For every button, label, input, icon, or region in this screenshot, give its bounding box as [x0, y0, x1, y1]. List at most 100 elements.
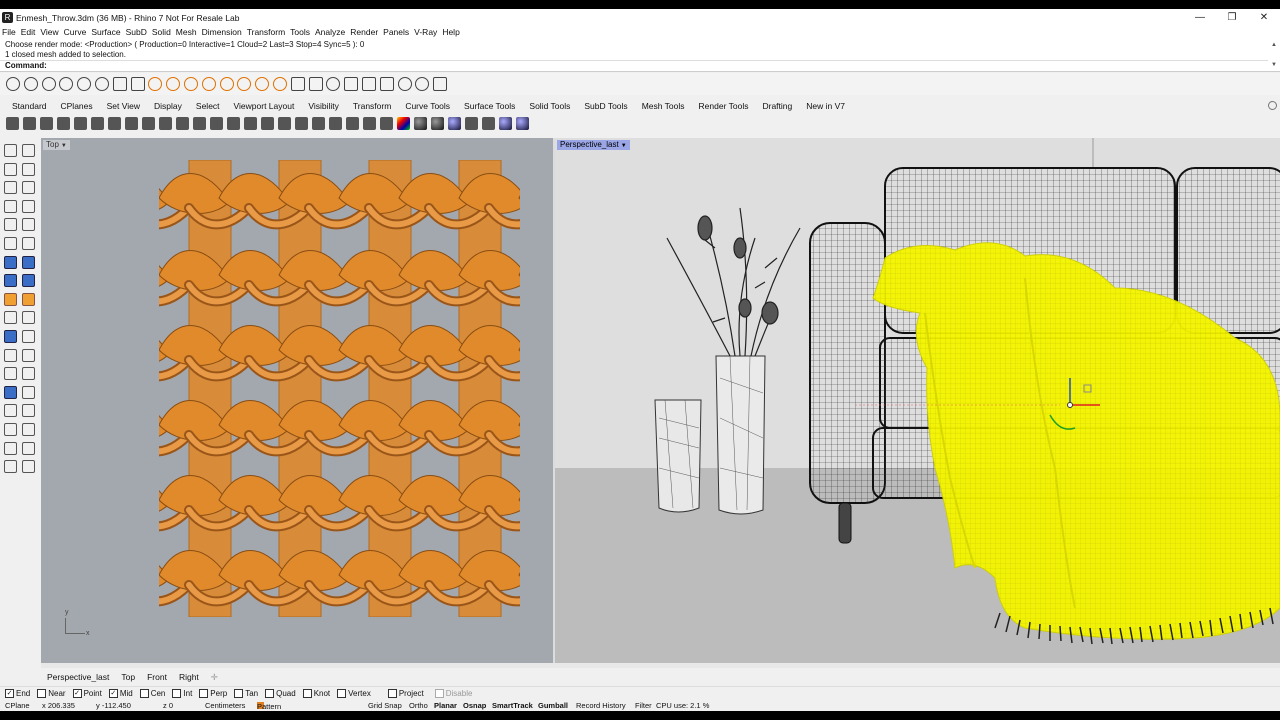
funnel-icon[interactable]: [148, 77, 163, 91]
menu-curve[interactable]: Curve: [64, 27, 87, 37]
environment-icon[interactable]: [448, 116, 461, 130]
box-icon[interactable]: [290, 77, 305, 91]
menu-dimension[interactable]: Dimension: [202, 27, 242, 37]
sphere-icon[interactable]: [41, 77, 56, 91]
checkbox[interactable]: ✓: [72, 689, 82, 698]
explode-icon[interactable]: [4, 423, 17, 436]
ring-icon[interactable]: [237, 77, 252, 91]
checkbox[interactable]: [199, 689, 209, 698]
menu-subd[interactable]: SubD: [126, 27, 147, 37]
box-icon[interactable]: [4, 274, 17, 288]
command-input[interactable]: Command:: [0, 60, 1268, 71]
gear-icon[interactable]: [1268, 101, 1277, 110]
color-wheel-icon[interactable]: [397, 116, 410, 130]
cut-icon[interactable]: [91, 116, 104, 130]
checkbox[interactable]: [302, 689, 312, 698]
flow-icon[interactable]: [94, 77, 109, 91]
checkbox[interactable]: [172, 689, 182, 698]
light-icon[interactable]: [465, 116, 478, 130]
polygon-icon[interactable]: [4, 218, 17, 232]
leaf-icon[interactable]: [219, 77, 234, 91]
point-icon[interactable]: [22, 144, 35, 157]
mirror-icon[interactable]: [22, 367, 35, 381]
menu-file[interactable]: File: [2, 27, 16, 37]
paint-icon[interactable]: [22, 460, 35, 474]
menu-help[interactable]: Help: [442, 27, 459, 37]
open-file-icon[interactable]: [23, 116, 36, 130]
checkbox[interactable]: [234, 689, 244, 698]
grid-snap-toggle[interactable]: Grid Snap: [368, 701, 402, 710]
osnap-mid[interactable]: ✓ Mid: [108, 689, 133, 698]
units-label[interactable]: Centimeters: [205, 701, 245, 710]
ortho-toggle[interactable]: Ortho: [409, 701, 428, 710]
four-view-icon[interactable]: [278, 116, 291, 130]
rectangle-icon[interactable]: [22, 199, 35, 213]
hatch-icon[interactable]: [22, 237, 35, 250]
material-icon[interactable]: [431, 116, 444, 130]
subd-icon[interactable]: [22, 330, 35, 343]
tab-subd-tools[interactable]: SubD Tools: [584, 101, 627, 111]
sun-icon[interactable]: [255, 77, 270, 91]
menu-tools[interactable]: Tools: [290, 27, 310, 37]
burst-icon[interactable]: [201, 77, 216, 91]
split-icon[interactable]: [4, 404, 17, 418]
filter-toggle[interactable]: Filter: [635, 701, 652, 710]
menu-edit[interactable]: Edit: [21, 27, 36, 37]
osnap-project[interactable]: Project: [387, 689, 424, 698]
smarttrack-toggle[interactable]: SmartTrack: [492, 701, 533, 710]
ellipse-icon[interactable]: [4, 199, 17, 213]
tab-right[interactable]: Right: [179, 672, 199, 682]
select-icon[interactable]: [329, 116, 342, 130]
checkbox[interactable]: ✓: [5, 689, 14, 698]
minimize-button[interactable]: —: [1184, 9, 1216, 26]
zoom-extents-icon[interactable]: [227, 116, 240, 130]
lock-icon[interactable]: [363, 116, 376, 130]
gumball-toggle[interactable]: Gumball: [538, 701, 568, 710]
osnap-point[interactable]: ✓ Point: [72, 689, 102, 698]
save-icon[interactable]: [40, 116, 53, 130]
array-icon[interactable]: [4, 385, 17, 399]
short-vase[interactable]: [654, 399, 702, 513]
rotate-icon[interactable]: [22, 348, 35, 362]
tab-front[interactable]: Front: [147, 672, 167, 682]
checkbox[interactable]: [265, 689, 275, 698]
properties-icon[interactable]: [295, 116, 308, 130]
tab-transform[interactable]: Transform: [353, 101, 391, 111]
menu-view[interactable]: View: [40, 27, 58, 37]
rotate-icon[interactable]: [415, 77, 430, 91]
osnap-int[interactable]: Int: [172, 689, 192, 698]
select-arrow-icon[interactable]: [4, 144, 17, 157]
menu-analyze[interactable]: Analyze: [315, 27, 345, 37]
torus-icon[interactable]: [6, 77, 20, 91]
tab-standard[interactable]: Standard: [12, 101, 47, 111]
osnap-perp[interactable]: Perp: [199, 689, 227, 698]
undo-icon[interactable]: [142, 116, 155, 130]
tab-surface-tools[interactable]: Surface Tools: [464, 101, 515, 111]
viewport-label-perspective[interactable]: Perspective_last ▼: [557, 140, 630, 150]
tab-cplanes[interactable]: CPlanes: [61, 101, 93, 111]
copy-icon[interactable]: [108, 116, 121, 130]
tab-visibility[interactable]: Visibility: [308, 101, 339, 111]
extrude-icon[interactable]: [4, 292, 17, 306]
fillet-icon[interactable]: [22, 311, 35, 325]
spiral-icon[interactable]: [77, 77, 92, 91]
zoom-selected-icon[interactable]: [244, 116, 257, 130]
add-tab-icon[interactable]: ✛: [211, 672, 218, 683]
tab-new-in-v7[interactable]: New in V7: [806, 101, 845, 111]
maximize-button[interactable]: ❐: [1216, 9, 1248, 26]
tab-curve-tools[interactable]: Curve Tools: [405, 101, 450, 111]
target-icon[interactable]: [166, 77, 181, 91]
trim-icon[interactable]: [22, 385, 35, 399]
osnap-vertex[interactable]: Vertex: [337, 689, 371, 698]
panel-icon[interactable]: [112, 77, 127, 91]
cplane-label[interactable]: CPlane: [5, 701, 30, 710]
tab-drafting[interactable]: Drafting: [762, 101, 792, 111]
viewport-scroll-strip[interactable]: [41, 663, 1280, 668]
command-scroll-arrows[interactable]: ▲ ▼: [1270, 40, 1278, 70]
osnap-toggle[interactable]: Osnap: [463, 701, 486, 710]
render-icon[interactable]: [4, 460, 17, 474]
tall-vase[interactable]: [715, 355, 766, 515]
brush-icon[interactable]: [380, 116, 393, 130]
rotate-view-icon[interactable]: [261, 116, 274, 130]
top-viewport[interactable]: Top ▼ y x: [41, 138, 553, 663]
